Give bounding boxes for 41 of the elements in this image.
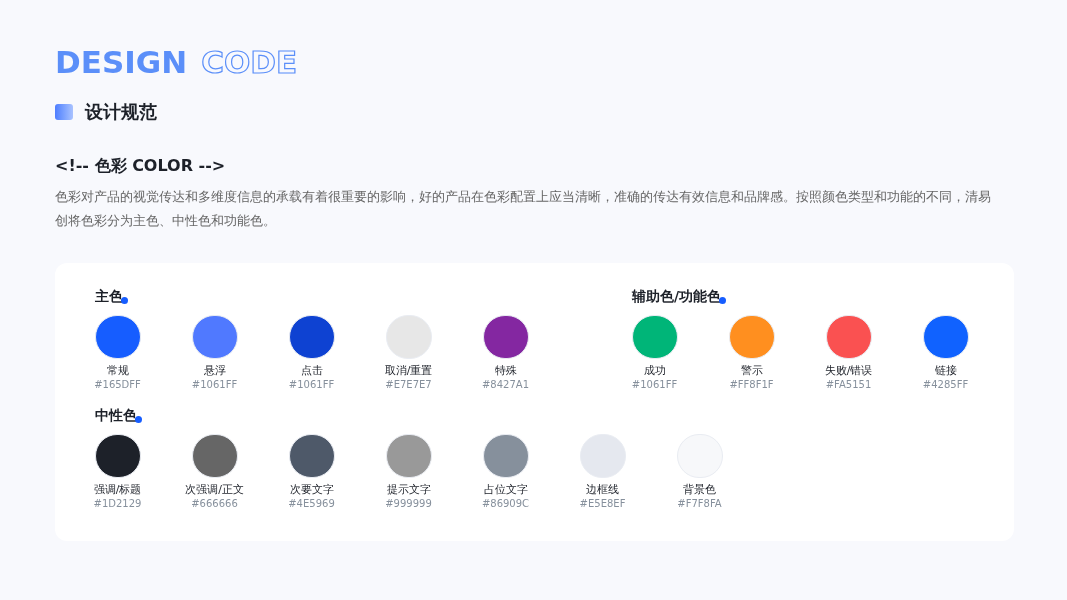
swatch-name: 悬浮 <box>203 364 226 378</box>
swatch-name: 失败/错误 <box>824 364 873 378</box>
swatch-hex: #8427A1 <box>482 378 529 392</box>
swatch-hex: #E5E8EF <box>579 497 626 511</box>
swatch-hex: #4E5969 <box>288 497 335 511</box>
swatch-hex: #86909C <box>481 497 530 511</box>
swatch-hex: #1061FF <box>191 378 238 392</box>
swatch-name: 链接 <box>934 364 957 378</box>
section-title: 设计规范 <box>85 100 157 124</box>
section-icon <box>55 103 73 120</box>
swatch-name: 点击 <box>300 364 323 378</box>
palette-title: 中性色 <box>95 406 137 424</box>
swatch-name: 警示 <box>740 364 763 378</box>
swatch-name: 特殊 <box>494 364 517 378</box>
swatch-name: 常规 <box>106 364 129 378</box>
swatch-hex: #FA5151 <box>825 378 872 392</box>
swatch-hex: #666666 <box>191 497 238 511</box>
swatch-name: 次强调/正文 <box>185 483 244 497</box>
swatch-name: 次要文字 <box>289 483 334 497</box>
swatch-name: 背景色 <box>683 483 716 497</box>
description: 色彩对产品的视觉传达和多维度信息的承载有着很重要的影响，好的产品在色彩配置上应当清晰，准确的传达有效信息和品牌感。按照颜色类型和功能的不同，清易创将色彩分为主色、中性色和功能色。 <box>55 188 992 230</box>
swatch-hex: #1D2129 <box>93 497 142 511</box>
palette-title: 主色 <box>95 287 123 305</box>
swatch-name: 占位文字 <box>483 483 528 497</box>
swatch-name: 成功 <box>643 364 666 378</box>
swatch-hex: #E7E7E7 <box>385 378 432 392</box>
swatch-hex: #165DFF <box>94 378 141 392</box>
palette-title: 辅助色/功能色 <box>632 287 722 305</box>
swatch-name: 强调/标题 <box>93 483 142 497</box>
swatch-hex: #1061FF <box>631 378 678 392</box>
swatch-hex: #F7F8FA <box>677 497 722 511</box>
swatch-name: 取消/重置 <box>384 364 433 378</box>
page-title: DESIGN <box>55 43 188 81</box>
swatch-hex: #FF8F1F <box>729 378 774 392</box>
swatch-name: 提示文字 <box>386 483 431 497</box>
swatch-hex: #999999 <box>385 497 432 511</box>
page-title-outline: CODE <box>201 43 298 81</box>
swatch-hex: #4285FF <box>922 378 969 392</box>
section-heading: <!-- 色彩 COLOR --> <box>55 155 226 177</box>
swatch-hex: #1061FF <box>288 378 335 392</box>
swatch-name: 边框线 <box>586 483 619 497</box>
